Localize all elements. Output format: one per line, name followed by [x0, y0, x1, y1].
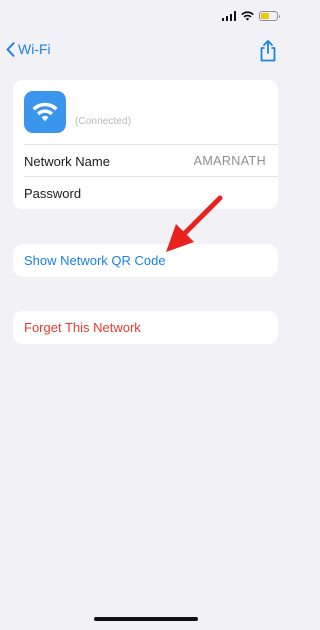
signal-icon [221, 11, 236, 21]
divider [24, 176, 278, 177]
battery-icon [259, 11, 280, 21]
network-name-label: Network Name [24, 154, 110, 169]
home-indicator[interactable] [94, 617, 198, 621]
navigation-bar: Wi-Fi [0, 38, 291, 66]
back-button[interactable]: Wi-Fi [6, 41, 51, 57]
network-info-card: (Connected) Network Name AMARNATH Passwo… [13, 80, 278, 209]
show-qr-code-label: Show Network QR Code [24, 253, 166, 268]
status-icons [221, 11, 280, 21]
network-name-value: AMARNATH [193, 154, 266, 168]
network-status-subtitle: (Connected) [75, 116, 132, 127]
forget-network-label: Forget This Network [24, 320, 141, 335]
wifi-icon [241, 11, 254, 21]
share-icon[interactable] [257, 39, 279, 63]
status-bar [0, 0, 291, 36]
back-label: Wi-Fi [18, 41, 51, 57]
divider [24, 144, 278, 145]
show-qr-code-button[interactable]: Show Network QR Code [13, 244, 278, 277]
annotation-arrow [166, 195, 223, 252]
chevron-left-icon [6, 41, 15, 57]
wifi-icon [32, 102, 58, 122]
password-row[interactable]: Password [24, 186, 81, 201]
forget-network-button[interactable]: Forget This Network [13, 311, 278, 344]
network-wifi-tile [24, 91, 66, 133]
